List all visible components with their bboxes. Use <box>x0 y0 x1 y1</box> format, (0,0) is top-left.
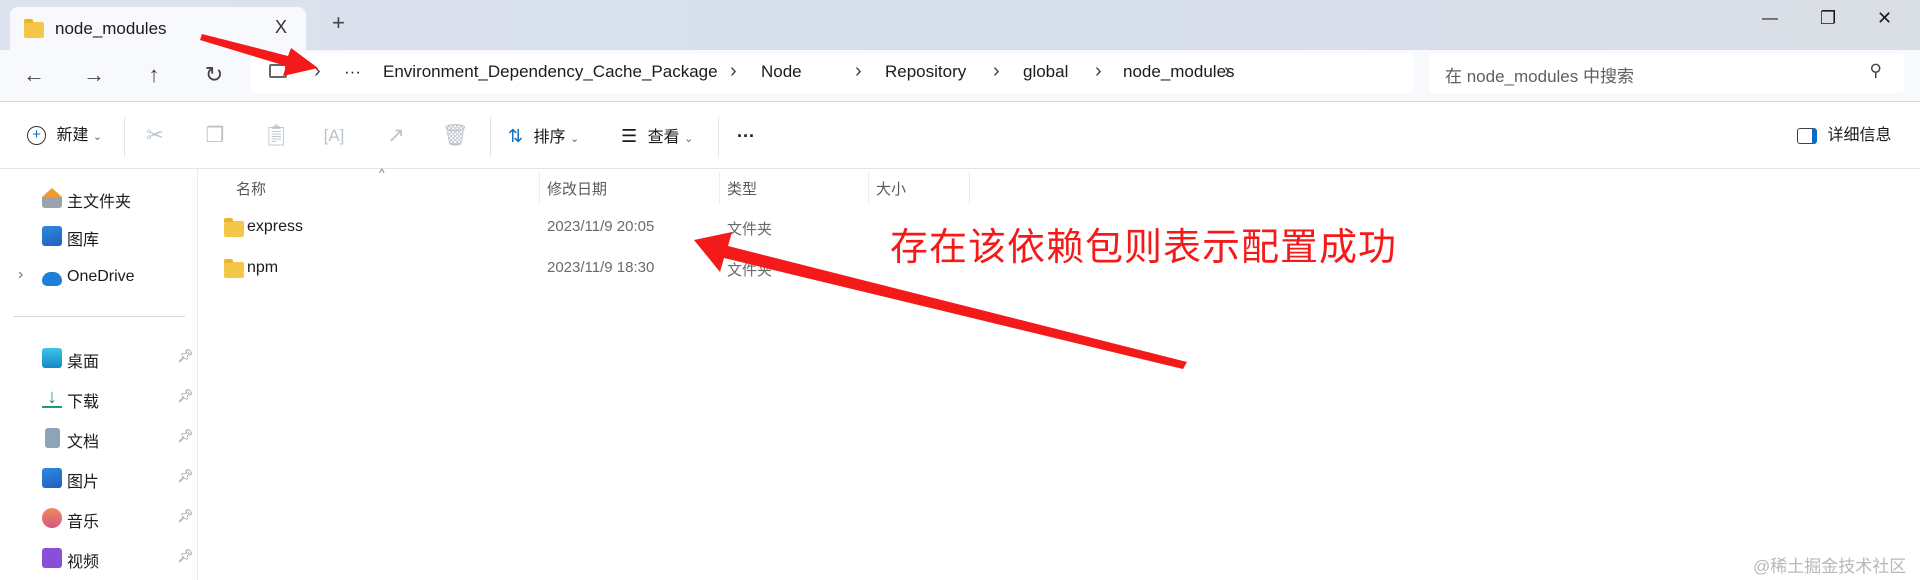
watermark: @稀土掘金技术社区 <box>1753 557 1907 576</box>
annotation-text: 存在该依赖包则表示配置成功 <box>890 227 1398 269</box>
annotation-arrows <box>200 34 1187 369</box>
arrow-to-address <box>200 34 318 76</box>
